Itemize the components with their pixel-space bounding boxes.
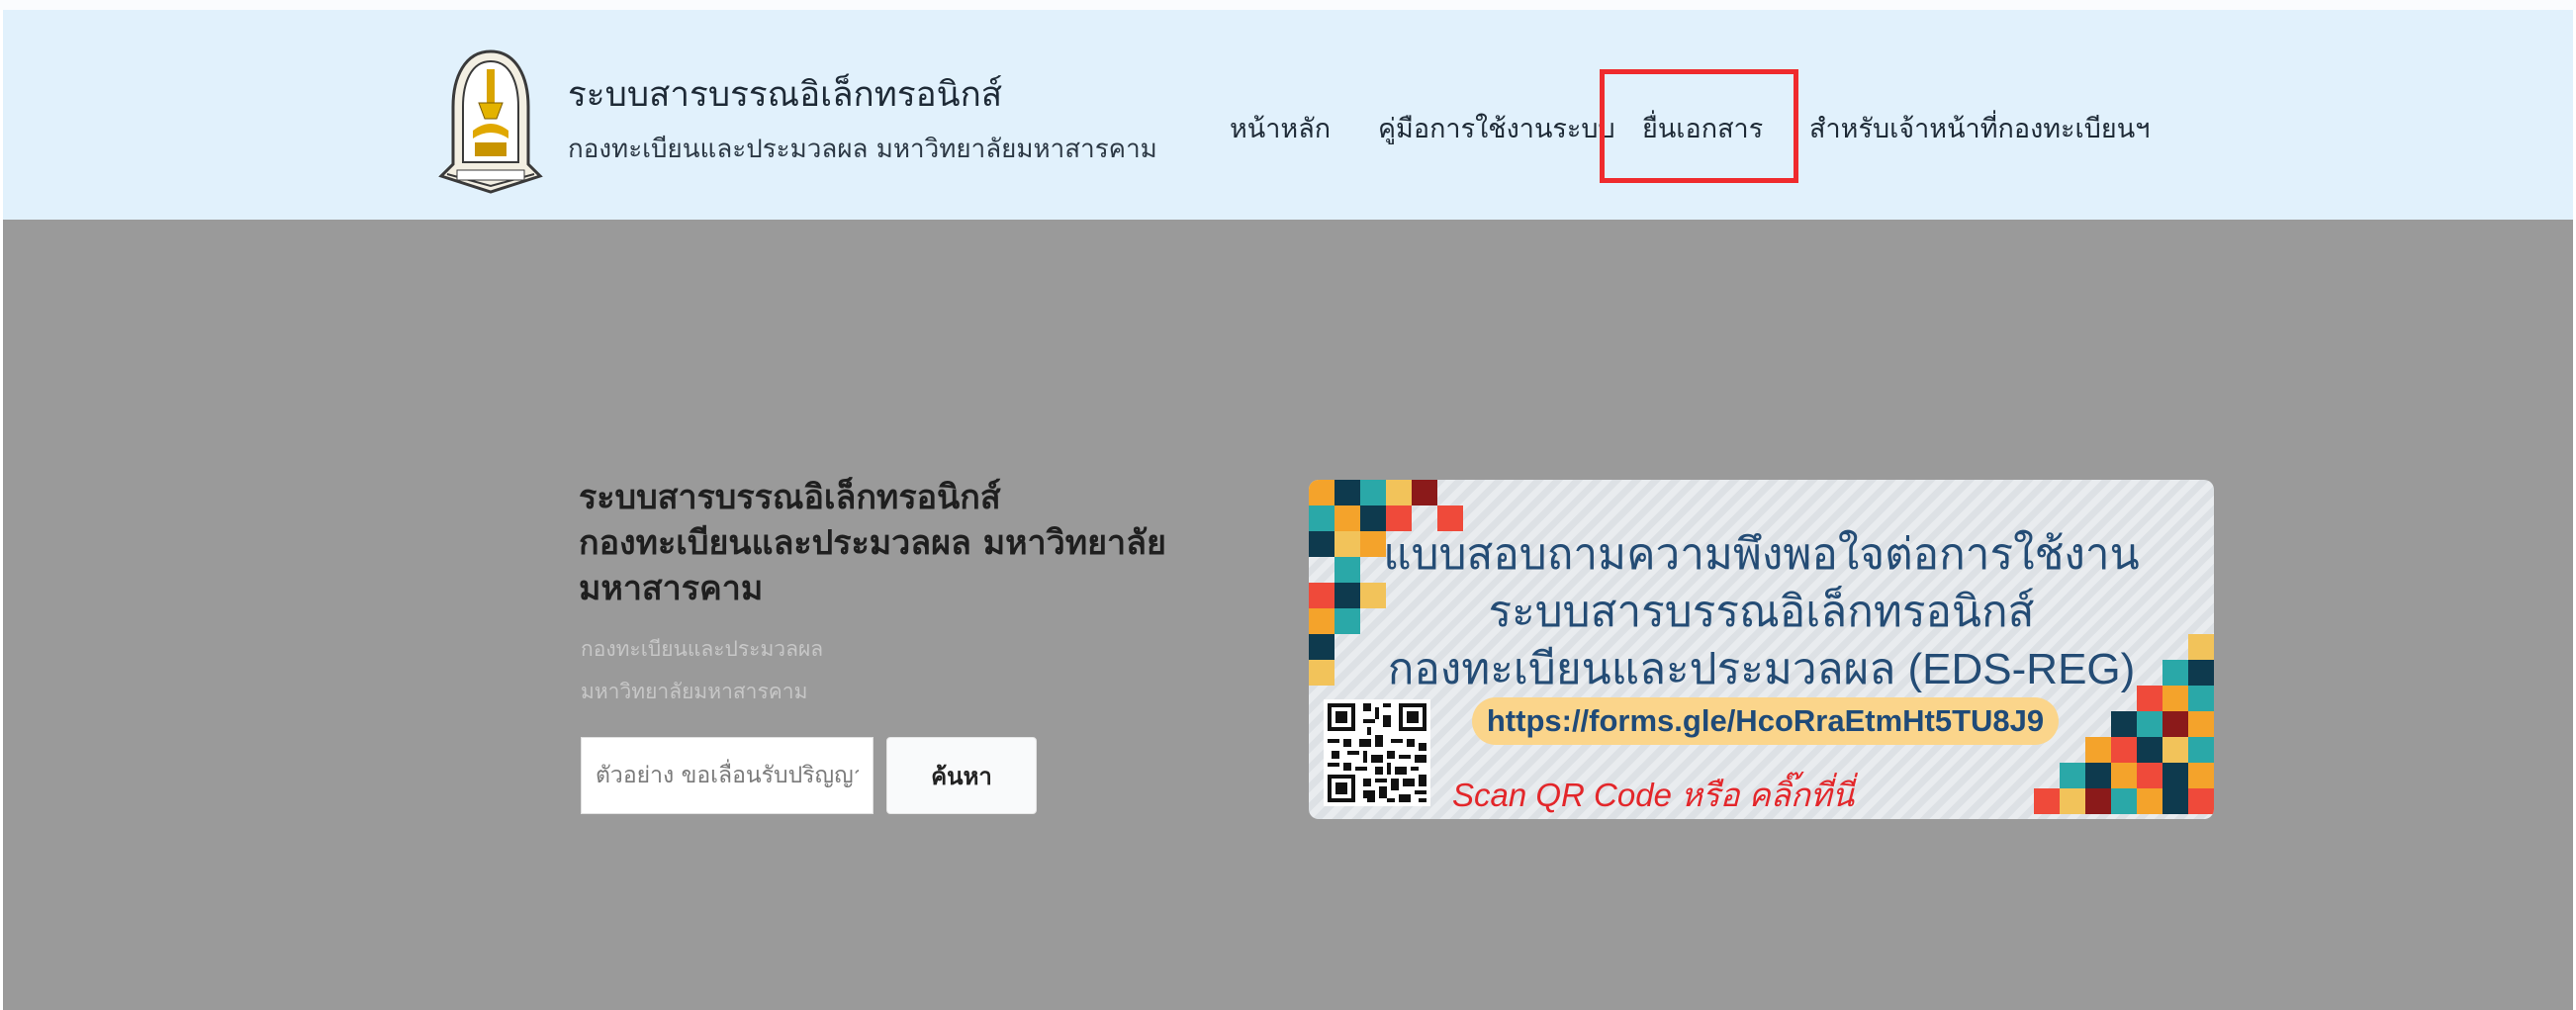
university-logo-icon[interactable] bbox=[435, 47, 546, 194]
hero-title-line: กองทะเบียนและประมวลผล มหาวิทยาลัย bbox=[579, 523, 1166, 563]
qr-code-icon bbox=[1324, 699, 1430, 806]
search-input[interactable] bbox=[581, 737, 874, 814]
search-button[interactable]: ค้นหา bbox=[886, 737, 1037, 814]
hero-title-line: ระบบสารบรรณอิเล็กทรอนิกส์ bbox=[579, 478, 1001, 517]
nav-home[interactable]: หน้าหลัก bbox=[1230, 107, 1331, 149]
satisfaction-survey-banner[interactable]: แบบสอบถามความพึงพอใจต่อการใช้งาน ระบบสาร… bbox=[1309, 480, 2214, 819]
banner-call-to-action[interactable]: Scan QR Code หรือ คลิ๊กที่นี่ bbox=[1452, 769, 1854, 819]
banner-heading-line: กองทะเบียนและประมวลผล (EDS-REG) bbox=[1387, 645, 2136, 693]
nav-manual[interactable]: คู่มือการใช้งานระบบ bbox=[1378, 107, 1615, 149]
hero-title: ระบบสารบรรณอิเล็กทรอนิกส์ กองทะเบียนและป… bbox=[579, 475, 1192, 611]
hero-subtitle-line: กองทะเบียนและประมวลผล bbox=[581, 637, 824, 661]
top-strip bbox=[0, 0, 2576, 10]
nav-highlight-box bbox=[1600, 69, 1798, 183]
site-title[interactable]: ระบบสารบรรณอิเล็กทรอนิกส์ bbox=[568, 67, 1002, 122]
site-header: ระบบสารบรรณอิเล็กทรอนิกส์ กองทะเบียนและป… bbox=[3, 10, 2573, 220]
hero-subtitle-line: มหาวิทยาลัยมหาสารคาม bbox=[581, 680, 808, 703]
site-subtitle: กองทะเบียนและประมวลผล มหาวิทยาลัยมหาสารค… bbox=[568, 135, 1157, 164]
nav-staff[interactable]: สำหรับเจ้าหน้าที่กองทะเบียนฯ bbox=[1809, 107, 2150, 149]
hero-title-line: มหาสารคาม bbox=[579, 569, 764, 608]
banner-url-link[interactable]: https://forms.gle/HcoRraEtmHt5TU8J9 bbox=[1472, 703, 2059, 739]
